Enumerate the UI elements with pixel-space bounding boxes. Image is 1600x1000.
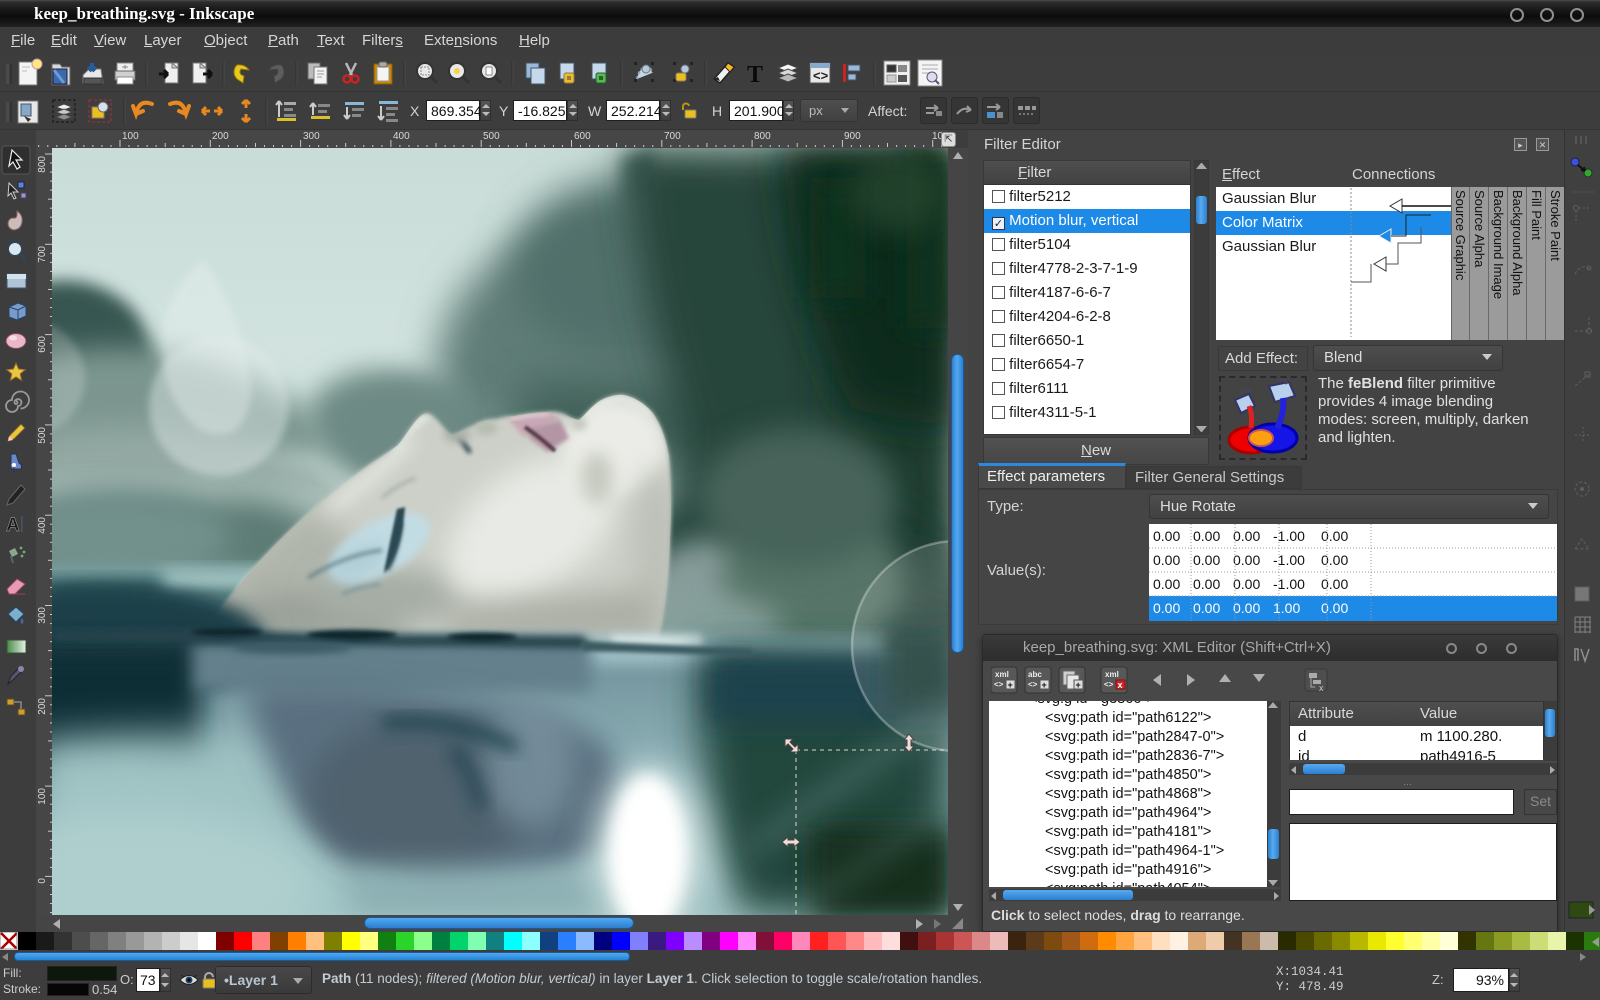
svg-text:500: 500 [483,131,500,142]
svg-text:100: 100 [37,788,48,805]
svg-text:xml: xml [1105,670,1119,679]
svg-text:+: + [1008,680,1013,690]
svg-text:500: 500 [37,427,48,444]
svg-text:<>: <> [813,68,829,83]
svg-text:abc: abc [1028,670,1042,679]
svg-text:+: + [1076,680,1081,690]
svg-text:200: 200 [37,698,48,715]
svg-text:300: 300 [37,607,48,624]
svg-text:400: 400 [37,517,48,534]
svg-text:x: x [1118,680,1123,690]
svg-text:<>: <> [1028,680,1038,689]
svg-text:+: + [1042,680,1047,690]
svg-text:900: 900 [844,131,861,142]
svg-text:400: 400 [393,131,410,142]
svg-text:A: A [6,515,20,536]
svg-text:T: T [747,62,763,88]
svg-text:<>: <> [994,680,1004,689]
svg-text:700: 700 [37,246,48,263]
svg-text:300: 300 [303,131,320,142]
svg-text:800: 800 [754,131,771,142]
svg-text:xml: xml [995,670,1009,679]
svg-text:<>: <> [1104,680,1114,689]
svg-text:700: 700 [664,131,681,142]
svg-text:200: 200 [212,131,229,142]
svg-text:600: 600 [37,336,48,353]
svg-text:100: 100 [122,131,139,142]
svg-text:600: 600 [574,131,591,142]
svg-text:800: 800 [37,156,48,173]
svg-text:x: x [1319,683,1324,693]
svg-text:0: 0 [37,878,48,884]
